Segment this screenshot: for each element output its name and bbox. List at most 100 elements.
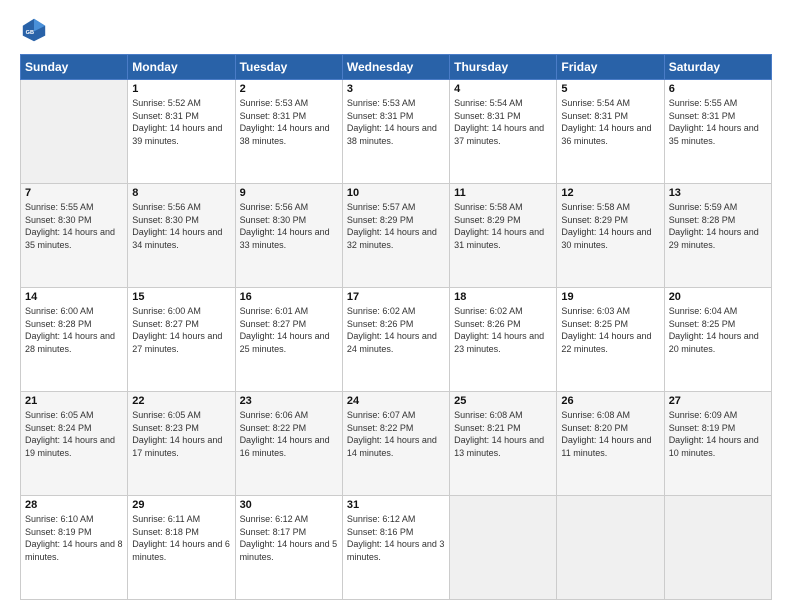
calendar-cell: 17 Sunrise: 6:02 AMSunset: 8:26 PMDaylig… [342,288,449,392]
day-number: 28 [25,499,123,511]
cell-info: Sunrise: 6:02 AMSunset: 8:26 PMDaylight:… [347,306,437,354]
calendar-table: SundayMondayTuesdayWednesdayThursdayFrid… [20,54,772,600]
day-number: 20 [669,291,767,303]
day-header-wednesday: Wednesday [342,55,449,80]
calendar-cell: 8 Sunrise: 5:56 AMSunset: 8:30 PMDayligh… [128,184,235,288]
cell-info: Sunrise: 5:52 AMSunset: 8:31 PMDaylight:… [132,98,222,146]
day-header-friday: Friday [557,55,664,80]
cell-info: Sunrise: 6:03 AMSunset: 8:25 PMDaylight:… [561,306,651,354]
cell-info: Sunrise: 5:59 AMSunset: 8:28 PMDaylight:… [669,202,759,250]
day-number: 22 [132,395,230,407]
day-number: 17 [347,291,445,303]
calendar-cell [450,496,557,600]
cell-info: Sunrise: 6:07 AMSunset: 8:22 PMDaylight:… [347,410,437,458]
calendar-cell: 23 Sunrise: 6:06 AMSunset: 8:22 PMDaylig… [235,392,342,496]
calendar-header-row: SundayMondayTuesdayWednesdayThursdayFrid… [21,55,772,80]
logo: GB [20,16,52,44]
cell-info: Sunrise: 5:54 AMSunset: 8:31 PMDaylight:… [561,98,651,146]
day-number: 2 [240,83,338,95]
day-header-saturday: Saturday [664,55,771,80]
calendar-cell: 18 Sunrise: 6:02 AMSunset: 8:26 PMDaylig… [450,288,557,392]
calendar-cell: 10 Sunrise: 5:57 AMSunset: 8:29 PMDaylig… [342,184,449,288]
day-number: 26 [561,395,659,407]
day-number: 1 [132,83,230,95]
cell-info: Sunrise: 6:01 AMSunset: 8:27 PMDaylight:… [240,306,330,354]
cell-info: Sunrise: 5:55 AMSunset: 8:30 PMDaylight:… [25,202,115,250]
calendar-week-1: 1 Sunrise: 5:52 AMSunset: 8:31 PMDayligh… [21,80,772,184]
calendar-cell: 26 Sunrise: 6:08 AMSunset: 8:20 PMDaylig… [557,392,664,496]
cell-info: Sunrise: 6:11 AMSunset: 8:18 PMDaylight:… [132,514,230,562]
day-number: 18 [454,291,552,303]
calendar-cell: 13 Sunrise: 5:59 AMSunset: 8:28 PMDaylig… [664,184,771,288]
day-header-monday: Monday [128,55,235,80]
calendar-cell: 16 Sunrise: 6:01 AMSunset: 8:27 PMDaylig… [235,288,342,392]
day-number: 13 [669,187,767,199]
calendar-cell [664,496,771,600]
calendar-cell: 28 Sunrise: 6:10 AMSunset: 8:19 PMDaylig… [21,496,128,600]
day-number: 23 [240,395,338,407]
cell-info: Sunrise: 6:00 AMSunset: 8:28 PMDaylight:… [25,306,115,354]
header: GB [20,16,772,44]
calendar-cell: 11 Sunrise: 5:58 AMSunset: 8:29 PMDaylig… [450,184,557,288]
day-number: 3 [347,83,445,95]
day-number: 30 [240,499,338,511]
cell-info: Sunrise: 5:54 AMSunset: 8:31 PMDaylight:… [454,98,544,146]
calendar-cell: 15 Sunrise: 6:00 AMSunset: 8:27 PMDaylig… [128,288,235,392]
cell-info: Sunrise: 5:58 AMSunset: 8:29 PMDaylight:… [561,202,651,250]
day-number: 7 [25,187,123,199]
day-number: 12 [561,187,659,199]
day-number: 8 [132,187,230,199]
calendar-week-4: 21 Sunrise: 6:05 AMSunset: 8:24 PMDaylig… [21,392,772,496]
calendar-cell: 30 Sunrise: 6:12 AMSunset: 8:17 PMDaylig… [235,496,342,600]
cell-info: Sunrise: 5:57 AMSunset: 8:29 PMDaylight:… [347,202,437,250]
calendar-cell: 27 Sunrise: 6:09 AMSunset: 8:19 PMDaylig… [664,392,771,496]
day-header-thursday: Thursday [450,55,557,80]
cell-info: Sunrise: 6:04 AMSunset: 8:25 PMDaylight:… [669,306,759,354]
day-number: 16 [240,291,338,303]
calendar-cell [21,80,128,184]
calendar-cell: 29 Sunrise: 6:11 AMSunset: 8:18 PMDaylig… [128,496,235,600]
cell-info: Sunrise: 6:02 AMSunset: 8:26 PMDaylight:… [454,306,544,354]
cell-info: Sunrise: 6:12 AMSunset: 8:16 PMDaylight:… [347,514,445,562]
day-number: 5 [561,83,659,95]
calendar-cell: 22 Sunrise: 6:05 AMSunset: 8:23 PMDaylig… [128,392,235,496]
day-number: 6 [669,83,767,95]
calendar-week-2: 7 Sunrise: 5:55 AMSunset: 8:30 PMDayligh… [21,184,772,288]
day-number: 27 [669,395,767,407]
day-number: 21 [25,395,123,407]
day-number: 11 [454,187,552,199]
cell-info: Sunrise: 6:06 AMSunset: 8:22 PMDaylight:… [240,410,330,458]
day-number: 24 [347,395,445,407]
calendar-cell: 9 Sunrise: 5:56 AMSunset: 8:30 PMDayligh… [235,184,342,288]
calendar-cell [557,496,664,600]
day-number: 31 [347,499,445,511]
cell-info: Sunrise: 5:55 AMSunset: 8:31 PMDaylight:… [669,98,759,146]
cell-info: Sunrise: 5:53 AMSunset: 8:31 PMDaylight:… [347,98,437,146]
day-header-sunday: Sunday [21,55,128,80]
calendar-cell: 4 Sunrise: 5:54 AMSunset: 8:31 PMDayligh… [450,80,557,184]
calendar-cell: 25 Sunrise: 6:08 AMSunset: 8:21 PMDaylig… [450,392,557,496]
cell-info: Sunrise: 6:08 AMSunset: 8:20 PMDaylight:… [561,410,651,458]
calendar-cell: 24 Sunrise: 6:07 AMSunset: 8:22 PMDaylig… [342,392,449,496]
cell-info: Sunrise: 5:53 AMSunset: 8:31 PMDaylight:… [240,98,330,146]
svg-text:GB: GB [26,30,34,36]
cell-info: Sunrise: 6:00 AMSunset: 8:27 PMDaylight:… [132,306,222,354]
calendar-cell: 6 Sunrise: 5:55 AMSunset: 8:31 PMDayligh… [664,80,771,184]
cell-info: Sunrise: 6:05 AMSunset: 8:24 PMDaylight:… [25,410,115,458]
calendar-cell: 12 Sunrise: 5:58 AMSunset: 8:29 PMDaylig… [557,184,664,288]
calendar-cell: 2 Sunrise: 5:53 AMSunset: 8:31 PMDayligh… [235,80,342,184]
day-number: 10 [347,187,445,199]
cell-info: Sunrise: 6:09 AMSunset: 8:19 PMDaylight:… [669,410,759,458]
cell-info: Sunrise: 5:56 AMSunset: 8:30 PMDaylight:… [132,202,222,250]
cell-info: Sunrise: 5:58 AMSunset: 8:29 PMDaylight:… [454,202,544,250]
page: GB SundayMondayTuesdayWednesdayThursdayF… [0,0,792,612]
day-header-tuesday: Tuesday [235,55,342,80]
calendar-cell: 21 Sunrise: 6:05 AMSunset: 8:24 PMDaylig… [21,392,128,496]
calendar-cell: 1 Sunrise: 5:52 AMSunset: 8:31 PMDayligh… [128,80,235,184]
day-number: 29 [132,499,230,511]
logo-icon: GB [20,16,48,44]
calendar-week-3: 14 Sunrise: 6:00 AMSunset: 8:28 PMDaylig… [21,288,772,392]
cell-info: Sunrise: 6:12 AMSunset: 8:17 PMDaylight:… [240,514,338,562]
day-number: 4 [454,83,552,95]
day-number: 9 [240,187,338,199]
